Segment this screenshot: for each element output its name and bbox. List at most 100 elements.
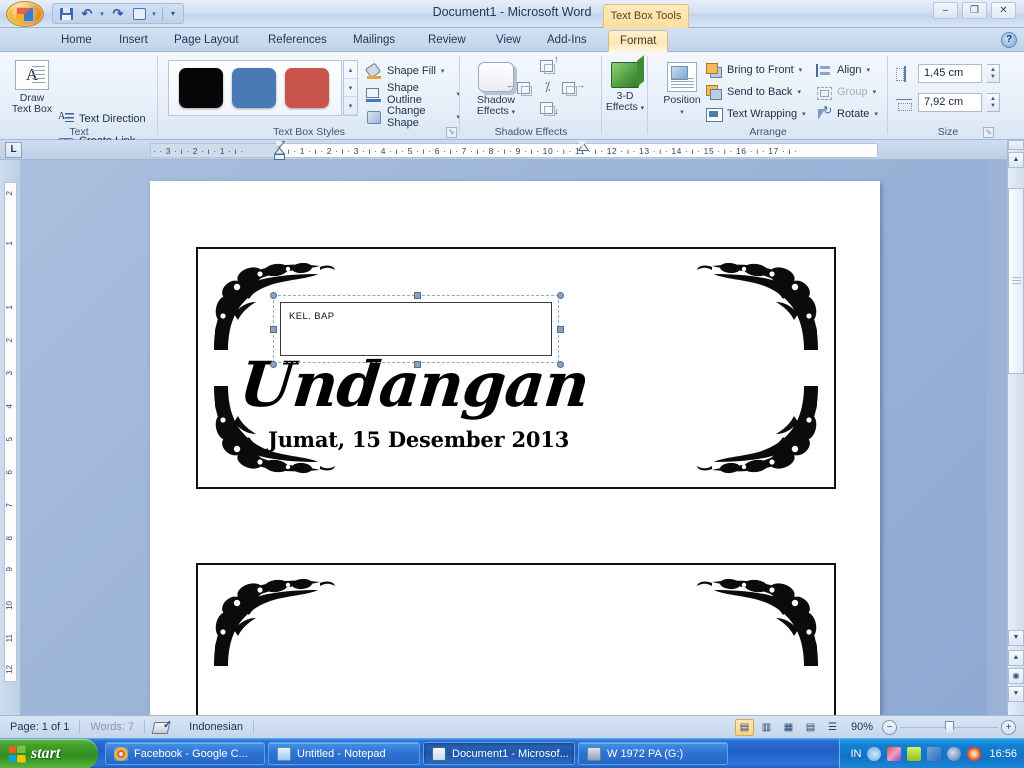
clock[interactable]: 16:56	[987, 748, 1017, 760]
invitation-card-2[interactable]	[196, 563, 836, 715]
full-screen-reading-view-button[interactable]: ▥	[757, 719, 776, 736]
draft-view-button[interactable]: ☰	[823, 719, 842, 736]
nudge-shadow-right-button[interactable]	[562, 82, 577, 96]
gallery-scroll-up[interactable]: ▴	[344, 61, 357, 79]
invitation-date[interactable]: Jumat, 15 Desember 2013	[268, 427, 569, 452]
align-button[interactable]: Align ▾	[816, 61, 870, 79]
shape-height-input[interactable]: 1,45 cm	[918, 64, 982, 83]
taskbar-item-word[interactable]: Document1 - Microsof...	[423, 742, 575, 765]
shadow-on-off-button[interactable]: ⁒	[540, 80, 555, 95]
zoom-out-button[interactable]: −	[882, 719, 897, 735]
corner-ornament-top-left	[204, 570, 336, 674]
horizontal-ruler[interactable]: L · · 3 · ı · 2 · ı · 1 · ı · · ı · 1 · …	[0, 140, 1007, 160]
tab-page-layout[interactable]: Page Layout	[163, 30, 250, 52]
resize-handle-middle-left[interactable]	[270, 326, 277, 333]
page-indicator[interactable]: Page: 1 of 1	[0, 716, 79, 739]
maximize-button[interactable]: ❐	[962, 2, 987, 19]
text-box-style-gallery[interactable]	[168, 60, 342, 116]
text-box-styles-dialog-launcher[interactable]: ⬂	[446, 127, 457, 138]
vertical-ruler[interactable]: 2 1 1 2 3 4 5 6 7 8 9 10 11 12	[0, 160, 20, 715]
shape-height-stepper[interactable]: ▲ ▼	[987, 64, 1000, 83]
previous-page-button[interactable]: ⯅	[1008, 650, 1024, 666]
scrollbar-thumb[interactable]	[1008, 188, 1024, 374]
taskbar-item-facebook[interactable]: Facebook - Google C...	[105, 742, 265, 765]
update-icon[interactable]	[967, 746, 982, 761]
shape-fill-button[interactable]: Shape Fill ▾	[366, 62, 444, 80]
tab-references[interactable]: References	[257, 30, 338, 52]
language-bar[interactable]: IN	[850, 748, 861, 760]
tab-add-ins[interactable]: Add-Ins	[536, 30, 598, 52]
select-browse-object-button[interactable]: ◉	[1008, 668, 1024, 684]
resize-handle-bottom-right[interactable]	[557, 361, 564, 368]
text-wrapping-button[interactable]: Text Wrapping ▾	[706, 105, 806, 123]
right-indent-marker[interactable]	[577, 141, 590, 159]
draw-text-box-button[interactable]: A Draw Text Box	[6, 56, 58, 115]
shape-outline-button[interactable]: Shape Outline ▾	[366, 82, 460, 106]
proofing-errors-icon[interactable]	[153, 718, 172, 735]
tab-view[interactable]: View	[485, 30, 532, 52]
zoom-slider[interactable]	[900, 720, 998, 735]
nudge-shadow-up-button[interactable]	[540, 60, 555, 74]
3d-effects-button[interactable]: 3-D Effects ▾	[599, 58, 651, 114]
shape-width-input[interactable]: 7,92 cm	[918, 93, 982, 112]
volume-icon[interactable]	[887, 746, 902, 761]
tab-review[interactable]: Review	[417, 30, 477, 52]
zoom-in-button[interactable]: +	[1001, 719, 1016, 735]
usb-icon[interactable]	[947, 746, 962, 761]
tab-insert[interactable]: Insert	[108, 30, 159, 52]
taskbar-item-notepad[interactable]: Untitled - Notepad	[268, 742, 420, 765]
outline-view-button[interactable]: ▤	[801, 719, 820, 736]
position-button[interactable]: Position ▾	[654, 58, 710, 118]
tab-mailings[interactable]: Mailings	[342, 30, 406, 52]
zoom-level-label[interactable]: 90%	[845, 721, 879, 733]
print-layout-view-button[interactable]: ▤	[734, 718, 754, 736]
style-swatch-blue[interactable]	[232, 68, 276, 108]
taskbar-item-drive[interactable]: W 1972 PA (G:)	[578, 742, 728, 765]
text-box-content[interactable]: KEL. BAP	[289, 311, 334, 322]
split-window-handle[interactable]	[1008, 140, 1024, 150]
tab-home[interactable]: Home	[50, 30, 103, 52]
document-canvas[interactable]: Undangan Jumat, 15 Desember 2013 KEL. BA…	[20, 160, 987, 715]
vertical-scrollbar[interactable]: ▲ ▼ ⯅ ◉ ⯆	[1007, 140, 1024, 715]
scroll-up-button[interactable]: ▲	[1008, 152, 1024, 168]
tab-stop-selector[interactable]: L	[5, 142, 22, 158]
tab-format[interactable]: Format	[608, 30, 669, 52]
send-to-back-button[interactable]: Send to Back ▾	[706, 83, 801, 101]
invitation-card-1[interactable]: Undangan Jumat, 15 Desember 2013 KEL. BA…	[196, 247, 836, 489]
start-button[interactable]: start	[0, 738, 98, 768]
first-line-indent-marker[interactable]	[273, 141, 286, 160]
resize-handle-top-left[interactable]	[270, 292, 277, 299]
bring-to-front-button[interactable]: Bring to Front ▾	[706, 61, 802, 79]
next-page-button[interactable]: ⯆	[1008, 686, 1024, 702]
style-swatch-red[interactable]	[285, 68, 329, 108]
language-indicator[interactable]: Indonesian	[179, 716, 253, 739]
style-swatch-black[interactable]	[179, 68, 223, 108]
size-dialog-launcher[interactable]: ⬂	[983, 127, 994, 138]
resize-handle-bottom-center[interactable]	[414, 361, 421, 368]
resize-handle-bottom-left[interactable]	[270, 361, 277, 368]
close-button[interactable]: ✕	[991, 2, 1016, 19]
battery-icon[interactable]	[907, 746, 922, 761]
shape-width-stepper[interactable]: ▲ ▼	[987, 93, 1000, 112]
web-layout-view-button[interactable]: ▦	[779, 719, 798, 736]
resize-handle-top-right[interactable]	[557, 292, 564, 299]
nudge-shadow-down-button[interactable]	[540, 102, 555, 116]
resize-handle-top-center[interactable]	[414, 292, 421, 299]
document-page[interactable]: Undangan Jumat, 15 Desember 2013 KEL. BA…	[150, 181, 880, 715]
minimize-button[interactable]: –	[933, 2, 958, 19]
send-to-back-label: Send to Back	[727, 86, 793, 98]
nudge-shadow-left-button[interactable]	[517, 82, 532, 96]
selected-text-box[interactable]: KEL. BAP	[280, 302, 552, 356]
network-icon[interactable]	[927, 746, 942, 761]
help-icon[interactable]: ?	[1001, 32, 1017, 48]
resize-handle-middle-right[interactable]	[557, 326, 564, 333]
scroll-down-button[interactable]: ▼	[1008, 630, 1024, 646]
show-hidden-icons-icon[interactable]	[867, 746, 882, 761]
word-count[interactable]: Words: 7	[80, 716, 144, 739]
gallery-more-button[interactable]: ▾	[344, 97, 357, 115]
zoom-slider-thumb[interactable]	[945, 720, 954, 735]
change-shape-button[interactable]: Change Shape ▾	[366, 105, 460, 129]
style-gallery-scrollbar[interactable]: ▴ ▾ ▾	[343, 60, 358, 116]
gallery-scroll-down[interactable]: ▾	[344, 79, 357, 97]
rotate-button[interactable]: Rotate ▾	[816, 104, 878, 123]
